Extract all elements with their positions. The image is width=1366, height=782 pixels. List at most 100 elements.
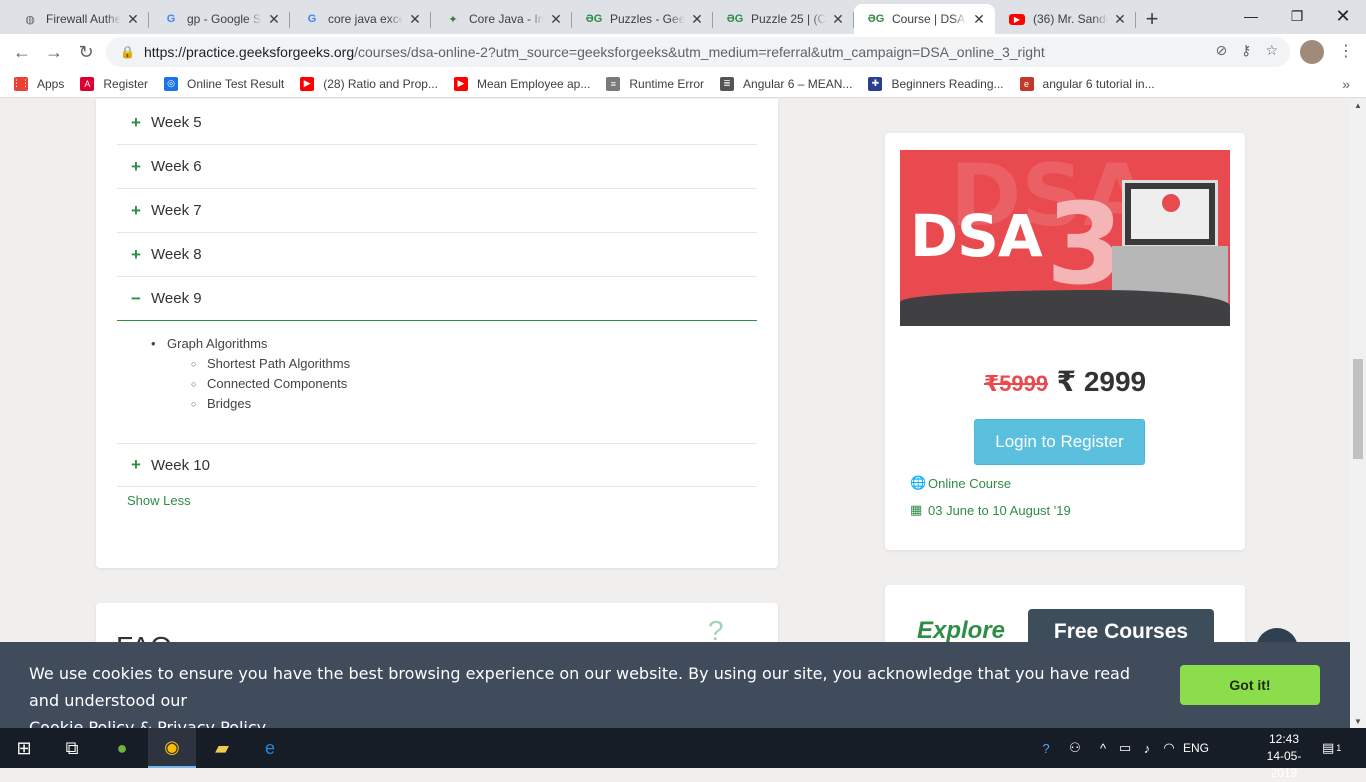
bookmark-item[interactable]: e angular 6 tutorial in... [1019,76,1155,91]
browser-tab[interactable]: Gcore java exceptions ✕ [290,4,431,34]
profile-avatar[interactable] [1300,40,1324,64]
minimize-icon[interactable]: — [1228,0,1274,32]
cookie-message-text: We use cookies to ensure you have the be… [29,664,1130,710]
url-host: https://practice.geeksforgeeks.org [144,44,355,60]
week-label: Week 9 [151,290,202,307]
url-path: /courses/dsa-online-2?utm_source=geeksfo… [354,44,1045,60]
play-icon [1162,194,1180,212]
chrome-icon[interactable]: ◉ [148,728,196,768]
close-tab-icon[interactable]: ✕ [125,11,141,28]
scroll-down-icon[interactable]: ▼ [1354,717,1362,726]
bookmark-item[interactable]: ≡ Runtime Error [606,76,704,91]
wifi-icon[interactable]: ◠ [1158,740,1180,756]
bookmark-label: Register [103,76,149,91]
browser-tab[interactable]: ƏG Puzzle 25 | (Chameleons) ✕ [713,4,854,34]
apps-grid-icon: ⋮⋮ [12,76,30,91]
cookie-consent-bar: We use cookies to ensure you have the be… [0,642,1350,737]
close-tab-icon[interactable]: ✕ [830,11,846,28]
close-window-icon[interactable]: ✕ [1320,0,1366,32]
chevron-up-icon[interactable]: ^ [1092,741,1114,756]
scroll-up-icon[interactable]: ▲ [1354,101,1362,110]
clock[interactable]: 12:43 14-05-2019 [1254,731,1314,782]
calendar-icon: ▦ [910,502,923,517]
bookmark-item[interactable]: ▶ Mean Employee ap... [453,76,591,91]
close-tab-icon[interactable]: ✕ [548,11,564,28]
week-row-8[interactable]: + Week 8 [117,233,757,277]
close-tab-icon[interactable]: ✕ [1112,11,1128,28]
browser-tab[interactable]: ◍ Firewall Authentication ✕ [8,4,149,34]
week-row-10[interactable]: + Week 10 [117,443,757,487]
bookmark-item[interactable]: ▶ (28) Ratio and Prop... [300,76,438,91]
clock-date: 14-05-2019 [1266,749,1302,780]
week-label: Week 7 [151,202,202,219]
bookmark-item[interactable]: ✚ Beginners Reading... [868,76,1004,91]
bookmark-item[interactable]: ◎ Online Test Result [164,76,284,91]
browser-tab[interactable]: ƏG Course | DSA Online ✕ [854,4,995,34]
close-tab-icon[interactable]: ✕ [266,11,282,28]
close-tab-icon[interactable]: ✕ [689,11,705,28]
key-icon[interactable]: ⚷ [1241,42,1251,59]
maximize-icon[interactable]: ❐ [1274,0,1320,32]
tab-title: Core Java - Interview [469,12,544,26]
windows-start-icon[interactable]: ⊞ [0,728,48,768]
blocked-popup-icon[interactable]: ⊘ [1215,42,1227,59]
browser-tab[interactable]: Ggp - Google Search ✕ [149,4,290,34]
bookmark-item[interactable]: ⋮⋮ Apps [12,76,64,91]
browser-tab[interactable]: ✦ Core Java - Interview ✕ [431,4,572,34]
people-icon[interactable]: ⚇ [1058,740,1092,756]
scrollbar-thumb[interactable] [1353,359,1363,459]
browser-tab[interactable]: ƏG Puzzles - GeeksforGeeks ✕ [572,4,713,34]
globe-icon: 🌐 [910,475,927,490]
chevron-more-icon[interactable]: » [1342,76,1350,92]
bookmark-list: ⋮⋮ Apps A Register ◎ Online Test Result ▶ (28) … [12,76,1171,91]
youtube-icon: ▶ [453,76,468,91]
close-tab-icon[interactable]: ✕ [971,11,987,28]
address-bar[interactable]: 🔒 https://practice.geeksforgeeks.org/cou… [106,37,1290,67]
new-tab-button[interactable]: + [1136,4,1168,34]
close-tab-icon[interactable]: ✕ [407,11,423,28]
week-row-6[interactable]: + Week 6 [117,145,757,189]
flag-icon: ✚ [868,76,883,91]
star-bookmark-icon[interactable]: ☆ [1265,42,1278,59]
forward-arrow-icon[interactable]: → [38,38,70,66]
week-label: Week 5 [151,114,202,131]
week-label: Week 8 [151,246,202,263]
youtube-icon: ▶ [300,76,315,91]
week-9-topics: Graph Algorithms Shortest Path Algorithm… [151,334,350,414]
got-it-button[interactable]: Got it! [1180,665,1320,705]
notification-center[interactable]: ▤ 1 [1322,728,1341,768]
back-arrow-icon[interactable]: ← [6,38,38,66]
language-indicator[interactable]: ENG [1180,741,1212,755]
week-row-9[interactable]: − Week 9 [117,277,757,321]
tab-list: ◍Firewall Authentication✕Ggp - Google Se… [0,0,1136,34]
week-row-5[interactable]: + Week 5 [117,101,757,145]
price: ₹5999 ₹ 2999 [885,365,1245,398]
show-less-link[interactable]: Show Less [127,493,191,508]
week-row-7[interactable]: + Week 7 [117,189,757,233]
battery-icon[interactable]: ▭ [1114,740,1136,756]
browser-tab[interactable]: ▶ (36) Mr. Sandeep ✕ [995,4,1136,34]
task-view-icon[interactable]: ⧉ [48,728,96,768]
tab-title: Course | DSA Online [892,12,967,26]
bookmark-item[interactable]: A Register [80,76,149,91]
subtopic-item: Bridges [151,394,350,414]
dsa3-banner-image: DSA 3 DSA [900,150,1230,326]
reload-icon[interactable]: ↻ [70,38,102,66]
help-icon[interactable]: ? [1034,741,1058,756]
bookmark-item[interactable]: ≣ Angular 6 – MEAN... [720,76,853,91]
notification-icon: ▤ [1322,740,1335,755]
edge-icon[interactable]: e [246,728,294,768]
new-price: ₹ 2999 [1056,366,1147,397]
old-price: ₹5999 [983,371,1049,396]
edureka-icon: e [1019,76,1034,91]
login-to-register-button[interactable]: Login to Register [974,419,1145,465]
file-explorer-icon[interactable]: ▰ [198,728,246,768]
spring-tool-icon[interactable]: ● [98,728,146,768]
menu-dots-icon[interactable]: ⋮ [1338,40,1354,64]
volume-icon[interactable]: ♪ [1136,741,1158,756]
bookmark-label: Mean Employee ap... [476,76,591,91]
page-scrollbar[interactable]: ▲ ▼ [1350,99,1366,728]
bookmark-label: angular 6 tutorial in... [1042,76,1155,91]
gfg-icon: ƏG [726,13,744,25]
bookmark-label: Angular 6 – MEAN... [743,76,853,91]
